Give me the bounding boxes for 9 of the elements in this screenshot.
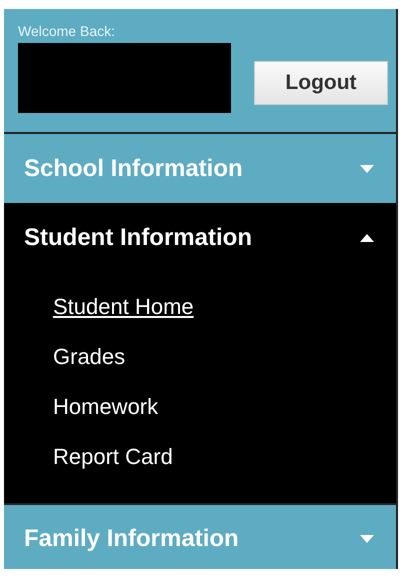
menu-link[interactable]: Student Home [53, 290, 194, 323]
caret-icon [360, 164, 374, 172]
caret-icon [360, 534, 374, 542]
caret-icon [360, 234, 374, 242]
menu-link[interactable]: Report Card [53, 440, 173, 473]
menu-link[interactable]: Grades [53, 340, 126, 373]
welcome-label: Welcome Back: [18, 23, 116, 39]
logout-button[interactable]: Logout [254, 61, 388, 105]
menu-link[interactable]: Homework [53, 390, 158, 423]
